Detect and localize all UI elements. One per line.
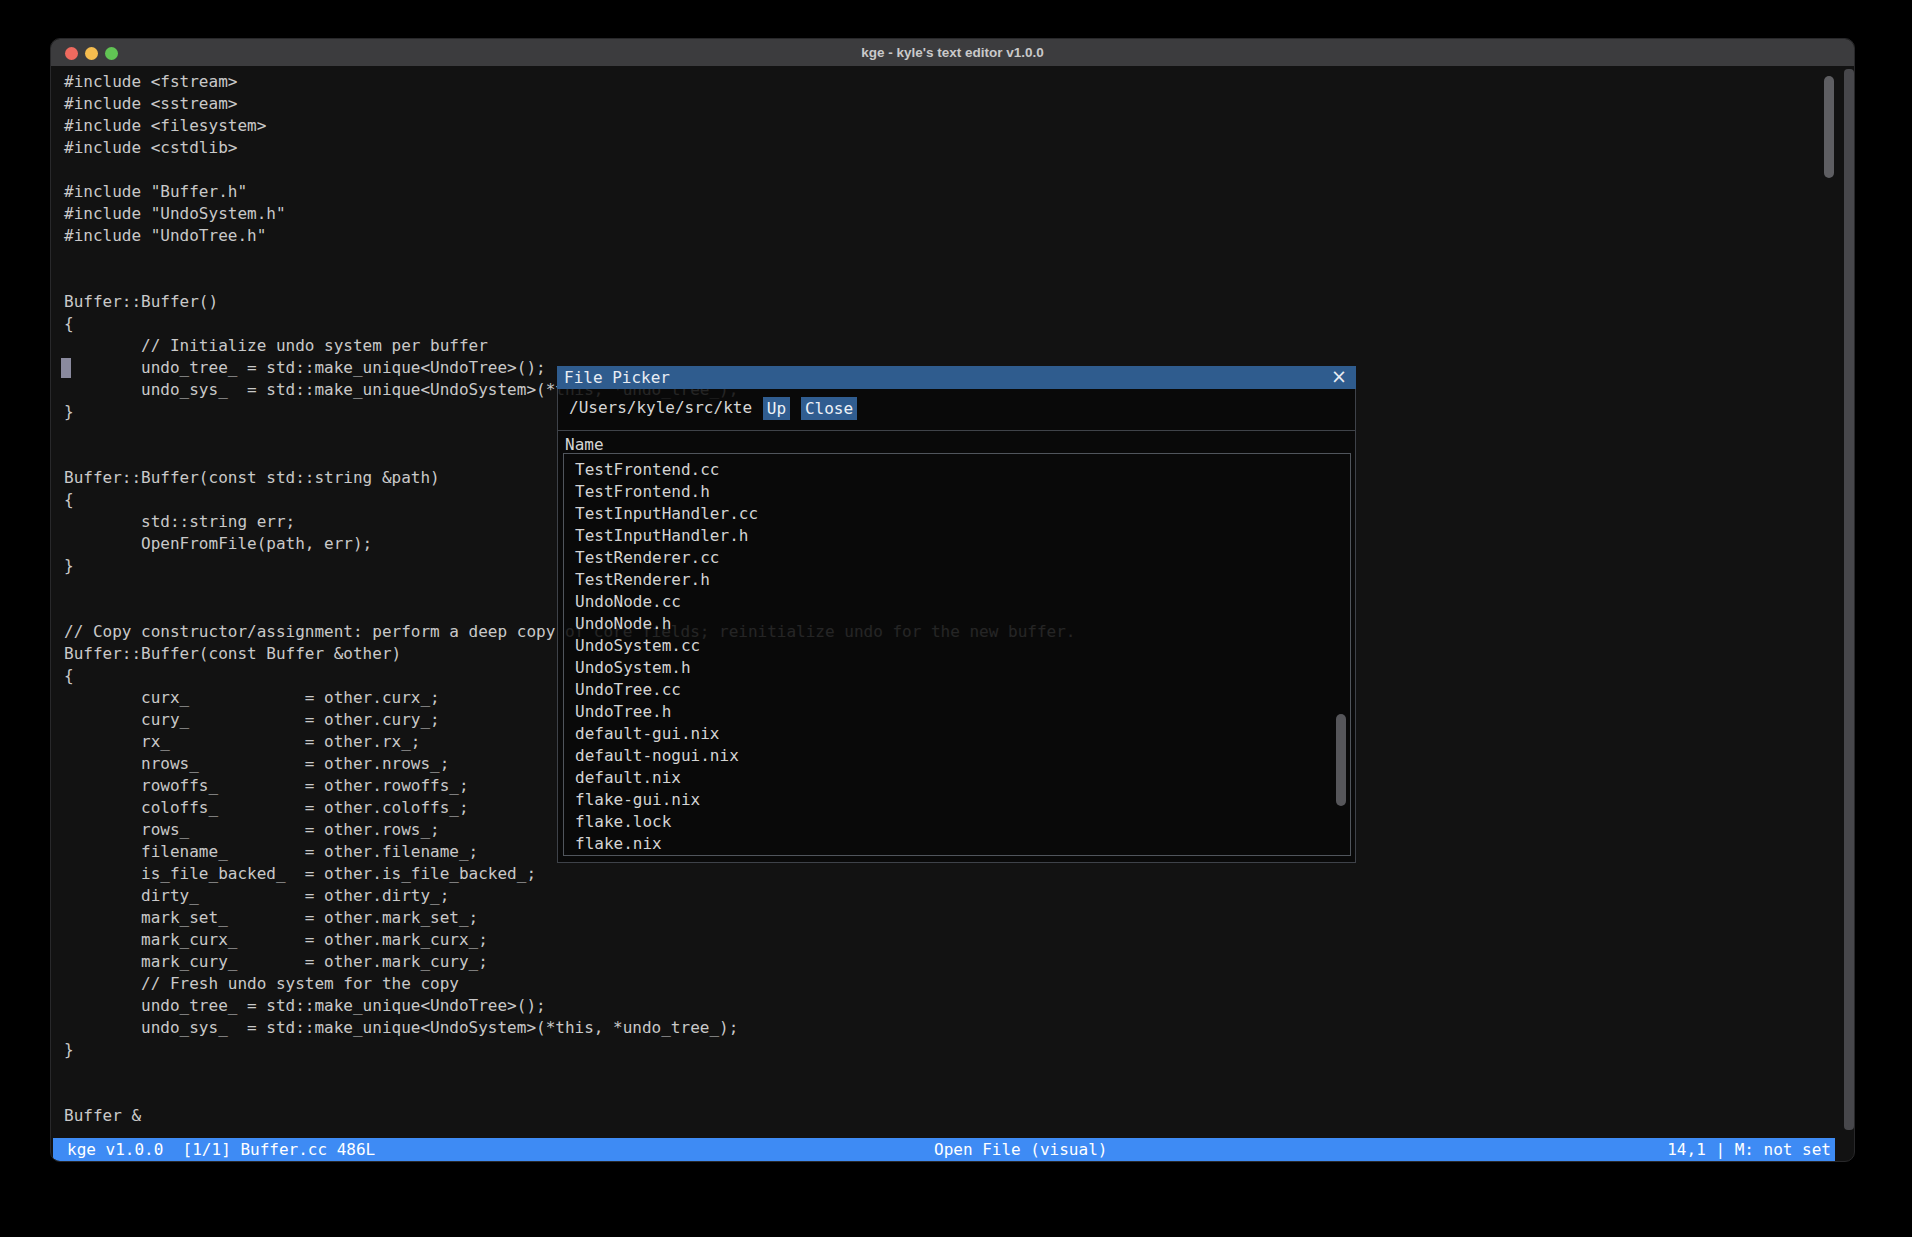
close-button[interactable]: Close bbox=[801, 397, 857, 420]
text-cursor bbox=[61, 358, 71, 378]
window-title: kge - kyle's text editor v1.0.0 bbox=[51, 39, 1854, 66]
file-list-scrollbar-thumb[interactable] bbox=[1336, 714, 1346, 806]
file-picker-titlebar[interactable]: File Picker × bbox=[557, 366, 1356, 389]
file-row[interactable]: UndoNode.cc bbox=[564, 591, 1350, 613]
file-row[interactable]: flake.lock bbox=[564, 811, 1350, 833]
file-row[interactable]: UndoTree.h bbox=[564, 701, 1350, 723]
status-bar: kge v1.0.0 [1/1] Buffer.cc 486L Open Fil… bbox=[53, 1138, 1835, 1162]
close-icon[interactable]: × bbox=[1329, 365, 1349, 388]
file-row[interactable]: default.nix bbox=[564, 767, 1350, 789]
file-row[interactable]: TestFrontend.h bbox=[564, 481, 1350, 503]
file-row[interactable]: UndoSystem.cc bbox=[564, 635, 1350, 657]
file-row[interactable]: flake.nix bbox=[564, 833, 1350, 855]
editor-scrollbar-thumb[interactable] bbox=[1824, 76, 1834, 178]
file-row[interactable]: UndoNode.h bbox=[564, 613, 1350, 635]
file-row[interactable]: TestRenderer.cc bbox=[564, 547, 1350, 569]
up-button[interactable]: Up bbox=[763, 397, 790, 420]
file-picker-title: File Picker bbox=[564, 368, 670, 387]
status-version-file: kge v1.0.0 [1/1] Buffer.cc 486L bbox=[67, 1138, 375, 1162]
file-row[interactable]: TestInputHandler.cc bbox=[564, 503, 1350, 525]
editor-scrollbar-track[interactable] bbox=[1844, 69, 1854, 1130]
status-mode: Open File (visual) bbox=[934, 1138, 1107, 1162]
file-list: TestFrontend.ccTestFrontend.hTestInputHa… bbox=[563, 453, 1351, 856]
file-row[interactable]: TestInputHandler.h bbox=[564, 525, 1350, 547]
file-row[interactable]: default-nogui.nix bbox=[564, 745, 1350, 767]
file-row[interactable]: UndoTree.cc bbox=[564, 679, 1350, 701]
file-row[interactable]: TestFrontend.cc bbox=[564, 459, 1350, 481]
separator bbox=[558, 430, 1355, 431]
current-path: /Users/kyle/src/kte bbox=[569, 397, 752, 419]
file-picker-dialog: File Picker × /Users/kyle/src/kte Up Clo… bbox=[557, 366, 1356, 863]
file-row[interactable]: UndoSystem.h bbox=[564, 657, 1350, 679]
file-row[interactable]: flake-gui.nix bbox=[564, 789, 1350, 811]
window-titlebar[interactable]: kge - kyle's text editor v1.0.0 bbox=[51, 39, 1854, 66]
file-row[interactable]: default-gui.nix bbox=[564, 723, 1350, 745]
status-cursor-position: 14,1 | M: not set bbox=[1667, 1138, 1831, 1162]
file-row[interactable]: TestRenderer.h bbox=[564, 569, 1350, 591]
